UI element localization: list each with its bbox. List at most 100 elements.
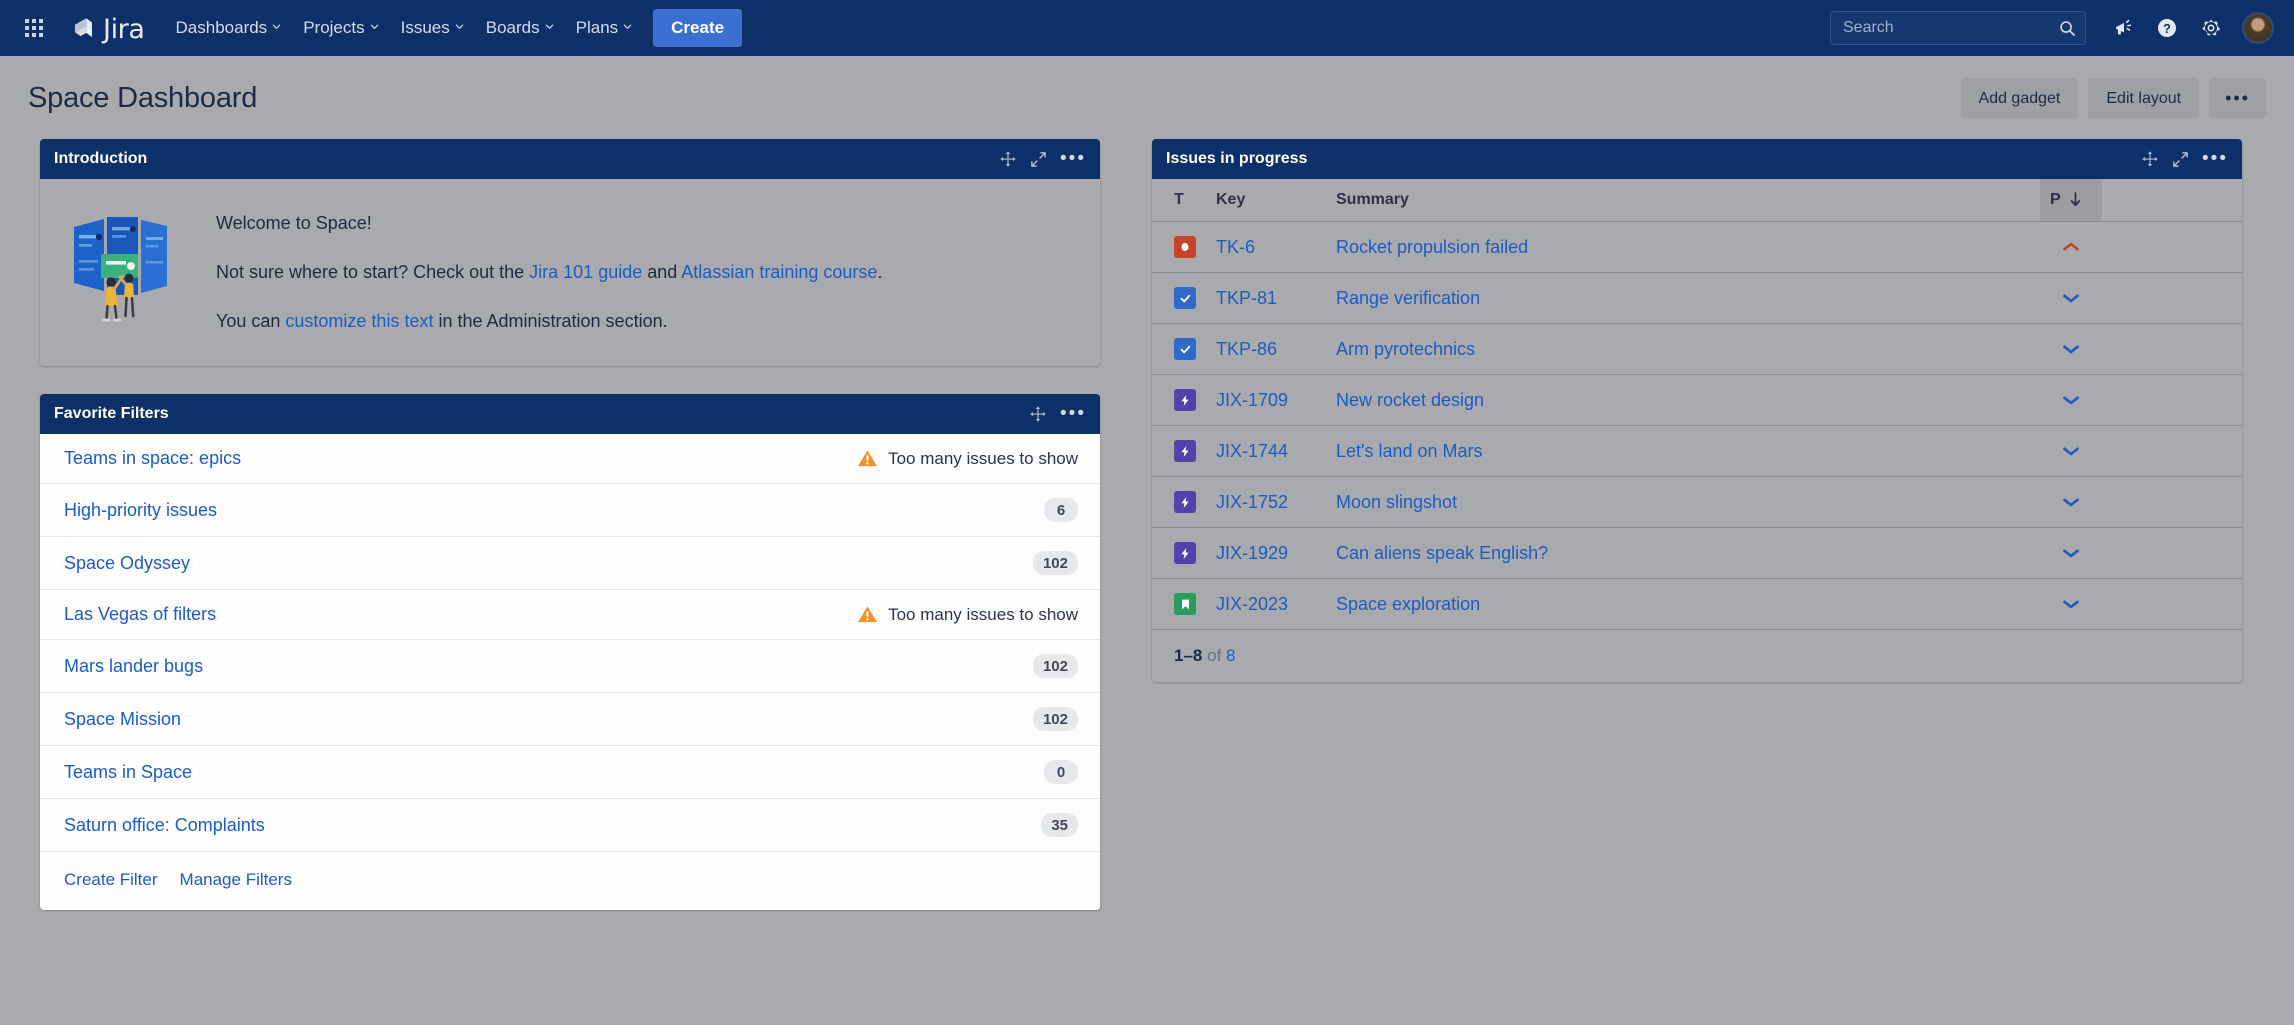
cell-key: JIX-1709 xyxy=(1206,374,1326,426)
gadget-header: Issues in progress ••• xyxy=(1152,139,2242,179)
table-row[interactable]: TKP-86 Arm pyrotechnics xyxy=(1152,323,2242,375)
issue-count-badge: 102 xyxy=(1032,707,1078,732)
cell-type xyxy=(1152,425,1206,477)
column-header-key[interactable]: Key xyxy=(1206,179,1326,222)
move-drag-icon[interactable] xyxy=(1029,405,1047,423)
filter-link[interactable]: Space Odyssey xyxy=(64,553,190,574)
issue-summary-link[interactable]: Space exploration xyxy=(1336,594,1480,614)
search-icon[interactable] xyxy=(2059,20,2076,37)
more-options-icon[interactable]: ••• xyxy=(2202,149,2228,168)
story-icon xyxy=(1174,593,1196,615)
edit-layout-button[interactable]: Edit layout xyxy=(2088,78,2200,119)
issue-summary-link[interactable]: Moon slingshot xyxy=(1336,492,1457,512)
table-row[interactable]: TK-6 Rocket propulsion failed xyxy=(1152,221,2242,273)
announcements-megaphone-icon[interactable] xyxy=(2104,9,2142,47)
filter-link[interactable]: Saturn office: Complaints xyxy=(64,815,265,836)
table-row[interactable]: JIX-1709 New rocket design xyxy=(1152,374,2242,426)
search-box[interactable] xyxy=(1830,11,2086,45)
create-button[interactable]: Create xyxy=(653,9,743,47)
filter-link[interactable]: Space Mission xyxy=(64,709,181,730)
list-item[interactable]: Teams in space: epics Too many issues to… xyxy=(40,434,1100,485)
create-filter-link[interactable]: Create Filter xyxy=(64,870,158,890)
list-item[interactable]: Saturn office: Complaints 35 xyxy=(40,799,1100,853)
issue-key-link[interactable]: JIX-1744 xyxy=(1216,441,1288,461)
filter-link[interactable]: Las Vegas of filters xyxy=(64,604,216,625)
list-item[interactable]: Las Vegas of filters Too many issues to … xyxy=(40,590,1100,641)
cell-priority xyxy=(2040,425,2102,477)
more-options-icon[interactable]: ••• xyxy=(1060,404,1086,423)
jira-101-guide-link[interactable]: Jira 101 guide xyxy=(529,262,642,282)
issue-key-link[interactable]: TK-6 xyxy=(1216,237,1255,257)
nav-item-plans[interactable]: Plans xyxy=(565,11,644,45)
issue-summary-link[interactable]: New rocket design xyxy=(1336,390,1484,410)
gadget-title: Issues in progress xyxy=(1166,150,1308,167)
move-drag-icon[interactable] xyxy=(2141,150,2159,168)
maximize-expand-icon[interactable] xyxy=(2172,151,2189,168)
table-row[interactable]: JIX-1929 Can aliens speak English? xyxy=(1152,527,2242,579)
issue-summary-link[interactable]: Can aliens speak English? xyxy=(1336,543,1548,563)
maximize-expand-icon[interactable] xyxy=(1030,151,1047,168)
issue-key-link[interactable]: TKP-86 xyxy=(1216,339,1277,359)
filter-link[interactable]: Mars lander bugs xyxy=(64,656,203,677)
list-item[interactable]: Space Odyssey 102 xyxy=(40,537,1100,591)
add-gadget-button[interactable]: Add gadget xyxy=(1960,78,2079,119)
cell-type xyxy=(1152,527,1206,579)
list-item[interactable]: Teams in Space 0 xyxy=(40,746,1100,800)
column-header-priority[interactable]: P xyxy=(2040,179,2102,222)
epic-icon xyxy=(1174,440,1196,462)
manage-filters-link[interactable]: Manage Filters xyxy=(180,870,292,890)
issues-table-header: T Key Summary P xyxy=(1152,179,2242,222)
jira-home-link[interactable]: Jira xyxy=(70,15,145,43)
nav-item-issues[interactable]: Issues xyxy=(390,11,475,45)
issue-key-link[interactable]: TKP-81 xyxy=(1216,288,1277,308)
nav-item-boards[interactable]: Boards xyxy=(475,11,565,45)
cell-key: TKP-81 xyxy=(1206,272,1326,324)
more-options-icon[interactable]: ••• xyxy=(1060,149,1086,168)
issue-summary-link[interactable]: Let's land on Mars xyxy=(1336,441,1483,461)
pagination-range: 1–8 xyxy=(1174,646,1203,665)
intro-line-customize: You can customize this text in the Admin… xyxy=(216,311,668,332)
customize-this-text-link[interactable]: customize this text xyxy=(285,311,433,331)
table-row[interactable]: JIX-1752 Moon slingshot xyxy=(1152,476,2242,528)
help-question-icon[interactable]: ? xyxy=(2148,9,2186,47)
issue-key-link[interactable]: JIX-1929 xyxy=(1216,543,1288,563)
dashboard-more-options-button[interactable]: ••• xyxy=(2209,78,2266,119)
filter-link[interactable]: High-priority issues xyxy=(64,500,217,521)
gadget-title: Favorite Filters xyxy=(54,405,169,423)
move-drag-icon[interactable] xyxy=(999,150,1017,168)
nav-item-dashboards[interactable]: Dashboards xyxy=(165,11,293,45)
column-header-type[interactable]: T xyxy=(1152,179,1206,222)
user-avatar[interactable] xyxy=(2242,12,2274,44)
introduction-text: Welcome to Space! Not sure where to star… xyxy=(216,205,882,336)
table-row[interactable]: TKP-81 Range verification xyxy=(1152,272,2242,324)
nav-item-projects[interactable]: Projects xyxy=(292,11,389,45)
filter-link[interactable]: Teams in space: epics xyxy=(64,448,241,469)
filter-link[interactable]: Teams in Space xyxy=(64,762,192,783)
issue-key-link[interactable]: JIX-2023 xyxy=(1216,594,1288,614)
table-row[interactable]: JIX-2023 Space exploration xyxy=(1152,578,2242,630)
issue-summary-link[interactable]: Rocket propulsion failed xyxy=(1336,237,1528,257)
list-item[interactable]: High-priority issues 6 xyxy=(40,484,1100,538)
atlassian-training-course-link[interactable]: Atlassian training course xyxy=(681,262,877,282)
cell-priority xyxy=(2040,272,2102,324)
cell-key: JIX-1929 xyxy=(1206,527,1326,579)
issue-summary-link[interactable]: Arm pyrotechnics xyxy=(1336,339,1475,359)
list-item[interactable]: Space Mission 102 xyxy=(40,693,1100,747)
avatar-image xyxy=(2244,14,2272,42)
cell-actions xyxy=(2102,323,2242,375)
list-item[interactable]: Mars lander bugs 102 xyxy=(40,640,1100,694)
issue-summary-link[interactable]: Range verification xyxy=(1336,288,1480,308)
table-row[interactable]: JIX-1744 Let's land on Mars xyxy=(1152,425,2242,477)
priority-low-icon xyxy=(2063,344,2079,353)
favorite-filters-footer: Create Filter Manage Filters xyxy=(40,852,1100,910)
column-header-summary[interactable]: Summary xyxy=(1326,179,2040,222)
nav-item-label: Plans xyxy=(575,18,619,37)
pagination-total-link[interactable]: 8 xyxy=(1226,646,1235,665)
issue-key-link[interactable]: JIX-1752 xyxy=(1216,492,1288,512)
nav-right-group: ? xyxy=(1830,9,2274,47)
issue-key-link[interactable]: JIX-1709 xyxy=(1216,390,1288,410)
app-switcher-icon[interactable] xyxy=(16,10,52,46)
column-header-priority-label: P xyxy=(2050,191,2061,208)
search-input[interactable] xyxy=(1843,19,2059,37)
settings-gear-icon[interactable] xyxy=(2192,9,2230,47)
